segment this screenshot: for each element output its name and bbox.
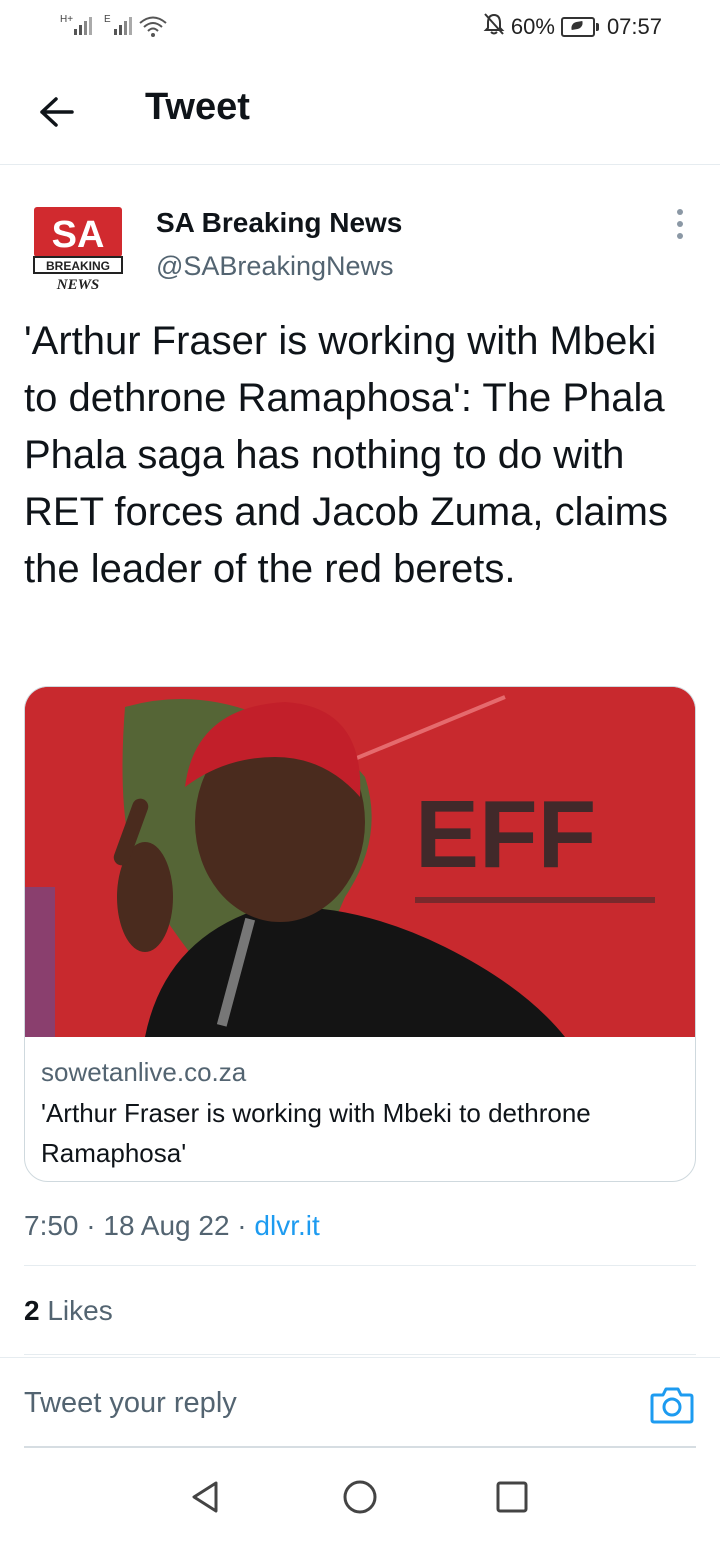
reply-input[interactable] <box>24 1358 624 1448</box>
back-button[interactable] <box>34 90 78 134</box>
camera-button[interactable] <box>650 1385 694 1425</box>
more-dot-icon <box>677 221 683 227</box>
status-bar: H+ E 60% 07:57 <box>0 0 720 54</box>
more-dot-icon <box>677 209 683 215</box>
card-domain: sowetanlive.co.za <box>41 1057 247 1087</box>
more-dot-icon <box>677 233 683 239</box>
tweet-time: 7:50 <box>24 1210 79 1241</box>
nav-back-button[interactable] <box>186 1477 226 1517</box>
svg-text:NEWS: NEWS <box>56 277 100 293</box>
battery-percent: 60% <box>510 14 555 39</box>
nav-recents-icon <box>496 1481 528 1513</box>
clock: 07:57 <box>606 14 662 39</box>
svg-text:E: E <box>104 14 111 25</box>
page-title: Tweet <box>145 86 250 128</box>
status-right: 60% 07:57 <box>483 12 662 42</box>
card-image: EFF <box>25 687 695 1037</box>
signal-e-icon: E <box>104 12 136 38</box>
link-card[interactable]: EFF sowetanlive.co.za 'Arthur Fraser is … <box>24 686 696 1182</box>
divider <box>24 1265 696 1266</box>
svg-text:EFF: EFF <box>415 781 596 888</box>
nav-recents-button[interactable] <box>492 1477 532 1517</box>
svg-text:SA: SA <box>52 214 105 256</box>
arrow-left-icon <box>40 97 74 127</box>
app-header: Tweet <box>0 60 720 165</box>
signal-h-plus-icon: H+ <box>60 12 96 38</box>
tweet-text: 'Arthur Fraser is working with Mbeki to … <box>24 319 668 591</box>
tweet-meta: 7:50 · 18 Aug 22 · dlvr.it <box>24 1210 320 1242</box>
nav-back-icon <box>192 1481 218 1513</box>
more-options-button[interactable] <box>668 209 692 239</box>
tweet-source-link[interactable]: dlvr.it <box>254 1210 319 1241</box>
divider <box>24 1354 696 1355</box>
meta-separator: · <box>237 1210 247 1241</box>
tweet-date: 18 Aug 22 <box>103 1210 230 1241</box>
battery-icon <box>560 17 599 37</box>
likes-count: 2 <box>24 1295 40 1326</box>
card-title: 'Arthur Fraser is working with Mbeki to … <box>41 1098 591 1168</box>
wifi-icon <box>138 14 168 38</box>
avatar[interactable]: SA BREAKING NEWS <box>32 205 124 297</box>
camera-icon <box>650 1387 694 1424</box>
mute-icon <box>483 12 505 42</box>
nav-home-button[interactable] <box>340 1477 380 1517</box>
likes-row[interactable]: 2 Likes <box>24 1295 113 1327</box>
author-handle[interactable]: @SABreakingNews <box>156 251 394 282</box>
author-name[interactable]: SA Breaking News <box>156 207 402 239</box>
svg-text:BREAKING: BREAKING <box>46 259 110 273</box>
nav-home-icon <box>343 1480 377 1514</box>
likes-label: Likes <box>47 1295 113 1326</box>
meta-separator: · <box>86 1210 96 1241</box>
reply-bar <box>0 1357 720 1448</box>
svg-text:H+: H+ <box>60 14 73 25</box>
system-nav-bar <box>0 1447 720 1541</box>
